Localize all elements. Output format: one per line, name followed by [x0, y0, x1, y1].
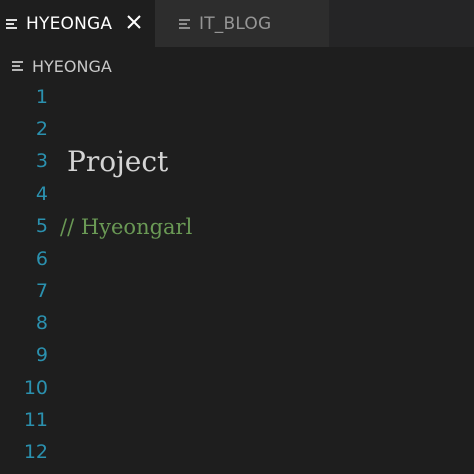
close-icon[interactable] — [125, 13, 143, 31]
breadcrumb[interactable]: HYEONGA — [12, 55, 112, 77]
line-number: 2 — [35, 118, 48, 140]
line-number: 8 — [35, 312, 48, 334]
file-lines-icon — [6, 18, 17, 30]
breadcrumb-label: HYEONGA — [32, 56, 112, 76]
line-number: 3 — [35, 150, 48, 172]
line-number: 6 — [35, 248, 48, 270]
tab-it-blog[interactable]: IT_BLOG — [155, 0, 330, 47]
line-number: 10 — [23, 377, 48, 399]
line-number: 5 — [35, 215, 48, 237]
code-line-3[interactable]: Project — [67, 144, 168, 180]
line-number: 11 — [23, 409, 48, 431]
tab-bar: HYEONGA IT_BLOG — [0, 0, 474, 47]
code-line-5-comment[interactable]: // Hyeongarl — [60, 214, 192, 240]
tab-label: HYEONGA — [26, 13, 113, 34]
line-number: 9 — [35, 344, 48, 366]
file-lines-icon — [179, 18, 190, 30]
file-lines-icon — [12, 60, 23, 72]
line-number: 7 — [35, 280, 48, 302]
tab-hyeonga[interactable]: HYEONGA — [0, 0, 155, 47]
line-number: 4 — [35, 183, 48, 205]
tab-label: IT_BLOG — [199, 13, 272, 34]
line-number: 1 — [35, 86, 48, 108]
editor-window: HYEONGA IT_BLOG HYEONGA 1 2 3 4 5 6 7 8 … — [0, 0, 474, 474]
line-number: 12 — [23, 441, 48, 463]
